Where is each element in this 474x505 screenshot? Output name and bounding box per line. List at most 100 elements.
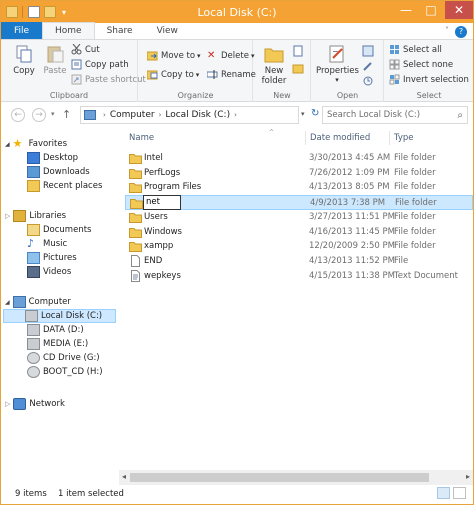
explorer-window: ▾ Local Disk (C:) — □ ✕ File Home Share …	[0, 0, 474, 505]
cut-button[interactable]: Cut	[71, 43, 100, 55]
desktop-icon	[27, 152, 40, 164]
tab-home[interactable]: Home	[42, 22, 95, 39]
file-type: File	[394, 255, 409, 266]
drive-icon	[25, 310, 38, 322]
text-document-icon	[129, 269, 142, 282]
music-icon: ♪	[27, 237, 35, 250]
nav-documents[interactable]: Documents	[27, 223, 91, 237]
file-row[interactable]: Program Files 4/13/2013 8:05 PM File folde…	[125, 180, 473, 195]
large-icons-view-icon[interactable]	[453, 487, 466, 499]
file-row[interactable]: Windows 4/16/2013 11:45 PM File folder	[125, 225, 473, 240]
nav-recent-places[interactable]: Recent places	[27, 179, 102, 193]
column-divider[interactable]	[389, 131, 390, 145]
scrollbar-thumb[interactable]	[130, 473, 429, 482]
crumb-computer[interactable]: Computer	[110, 110, 155, 120]
file-name: END	[144, 255, 163, 266]
tab-view[interactable]: View	[145, 22, 190, 39]
nav-videos[interactable]: Videos	[27, 265, 71, 279]
nav-boot-cd-h[interactable]: BOOT_CD (H:)	[27, 365, 103, 379]
nav-media-e[interactable]: MEDIA (E:)	[27, 337, 88, 351]
file-row[interactable]: Users 3/27/2013 11:51 PM File folder	[125, 210, 473, 225]
nav-libraries[interactable]: ▷ Libraries	[5, 209, 66, 223]
help-icon[interactable]: ?	[455, 26, 467, 38]
maximize-button[interactable]: □	[418, 1, 444, 19]
rename-button[interactable]: Rename	[206, 69, 256, 80]
file-row[interactable]: xampp 12/20/2009 2:50 PM File folder	[125, 239, 473, 254]
videos-icon	[27, 266, 40, 278]
expand-arrow-icon: ◢	[5, 140, 10, 148]
open-icon[interactable]	[362, 45, 374, 57]
organize-group-label: Organize	[177, 91, 214, 100]
up-button[interactable]: ↑	[62, 108, 71, 121]
copy-to-dropdown-icon: ▾	[195, 70, 200, 79]
new-item-icon[interactable]	[292, 45, 304, 57]
invert-selection-button[interactable]: Invert selection	[389, 74, 469, 85]
new-folder-button[interactable]: New folder	[260, 44, 288, 86]
nav-music[interactable]: ♪ Music	[27, 237, 67, 251]
select-group-label: Select	[416, 91, 442, 100]
address-dropdown-icon[interactable]: ▾	[301, 110, 305, 118]
nav-computer[interactable]: ◢ Computer	[5, 295, 71, 309]
nav-data-d[interactable]: DATA (D:)	[27, 323, 84, 337]
select-none-button[interactable]: Select none	[389, 59, 453, 70]
close-button[interactable]: ✕	[445, 1, 473, 19]
ribbon: Copy Paste Cut Copy path Paste shortcut …	[1, 40, 473, 102]
move-to-button[interactable]: Move to ▾	[146, 50, 201, 61]
file-date-modified: 4/15/2013 11:38 PM	[309, 270, 395, 281]
copy-to-button[interactable]: Copy to ▾	[146, 69, 200, 80]
column-header-date[interactable]: Date modified	[310, 133, 370, 143]
copy-path-button[interactable]: Copy path	[71, 59, 129, 70]
drive-icon	[27, 338, 40, 350]
file-date-modified: 4/9/2013 7:38 PM	[310, 198, 386, 209]
minimize-button[interactable]: —	[393, 1, 419, 19]
column-header-name[interactable]: Name	[129, 133, 154, 143]
delete-button[interactable]: ✕ Delete ▾	[207, 50, 254, 61]
copy-button[interactable]: Copy	[9, 44, 39, 76]
nav-downloads[interactable]: Downloads	[27, 165, 90, 179]
back-button[interactable]: ←	[11, 108, 25, 122]
file-row[interactable]: Intel 3/30/2013 4:45 AM File folder	[125, 151, 473, 166]
libraries-icon	[13, 210, 27, 222]
horizontal-scrollbar[interactable]: ◂ ▸	[119, 470, 473, 485]
nav-desktop[interactable]: Desktop	[27, 151, 78, 165]
column-header-type[interactable]: Type	[394, 133, 414, 143]
details-view-icon[interactable]	[437, 487, 450, 499]
tab-file[interactable]: File	[1, 22, 42, 39]
nav-pictures[interactable]: Pictures	[27, 251, 77, 265]
cd-drive-icon	[27, 352, 40, 364]
tab-share[interactable]: Share	[95, 22, 145, 39]
history-icon[interactable]	[362, 75, 374, 87]
computer-icon	[12, 296, 26, 308]
search-input[interactable]: Search Local Disk (C:) ⌕	[322, 106, 468, 124]
column-divider[interactable]	[305, 131, 306, 145]
file-row[interactable]: net 4/9/2013 7:38 PM File folder	[125, 195, 473, 211]
address-bar[interactable]: › Computer › Local Disk (C:) ›	[80, 106, 299, 124]
paste-button[interactable]: Paste	[41, 44, 69, 76]
file-row[interactable]: PerfLogs 7/26/2012 1:09 PM File folder	[125, 166, 473, 181]
file-row[interactable]: wepkeys 4/15/2013 11:38 PM Text Document	[125, 269, 473, 284]
file-date-modified: 12/20/2009 2:50 PM	[309, 241, 395, 252]
nav-network[interactable]: ▷ Network	[5, 397, 65, 411]
paste-shortcut-button[interactable]: Paste shortcut	[71, 74, 146, 85]
forward-button[interactable]: →	[32, 108, 46, 122]
file-row[interactable]: END 4/13/2013 11:52 PM File	[125, 254, 473, 269]
copy-path-icon	[71, 59, 82, 70]
rename-input[interactable]: net	[143, 195, 181, 211]
select-all-label: Select all	[403, 44, 442, 55]
refresh-button[interactable]: ↻	[311, 108, 319, 119]
properties-button[interactable]: Properties ▾	[316, 44, 359, 84]
crumb-separator: ›	[158, 111, 162, 119]
nav-local-disk-c[interactable]: Local Disk (C:)	[3, 309, 116, 323]
scroll-left-icon[interactable]: ◂	[122, 472, 126, 481]
select-all-button[interactable]: Select all	[389, 44, 442, 55]
nav-cd-drive-g[interactable]: CD Drive (G:)	[27, 351, 100, 365]
recent-locations-icon[interactable]: ▾	[51, 110, 55, 118]
invert-selection-label: Invert selection	[403, 74, 469, 85]
edit-icon[interactable]	[362, 60, 374, 72]
scroll-right-icon[interactable]: ▸	[466, 472, 470, 481]
expand-ribbon-icon[interactable]: ˅	[445, 26, 449, 35]
easy-access-icon[interactable]	[292, 62, 304, 74]
crumb-local-disk[interactable]: Local Disk (C:)	[165, 110, 230, 120]
crumb-separator: ›	[103, 111, 106, 119]
nav-favorites[interactable]: ◢ ★ Favorites	[5, 137, 67, 151]
